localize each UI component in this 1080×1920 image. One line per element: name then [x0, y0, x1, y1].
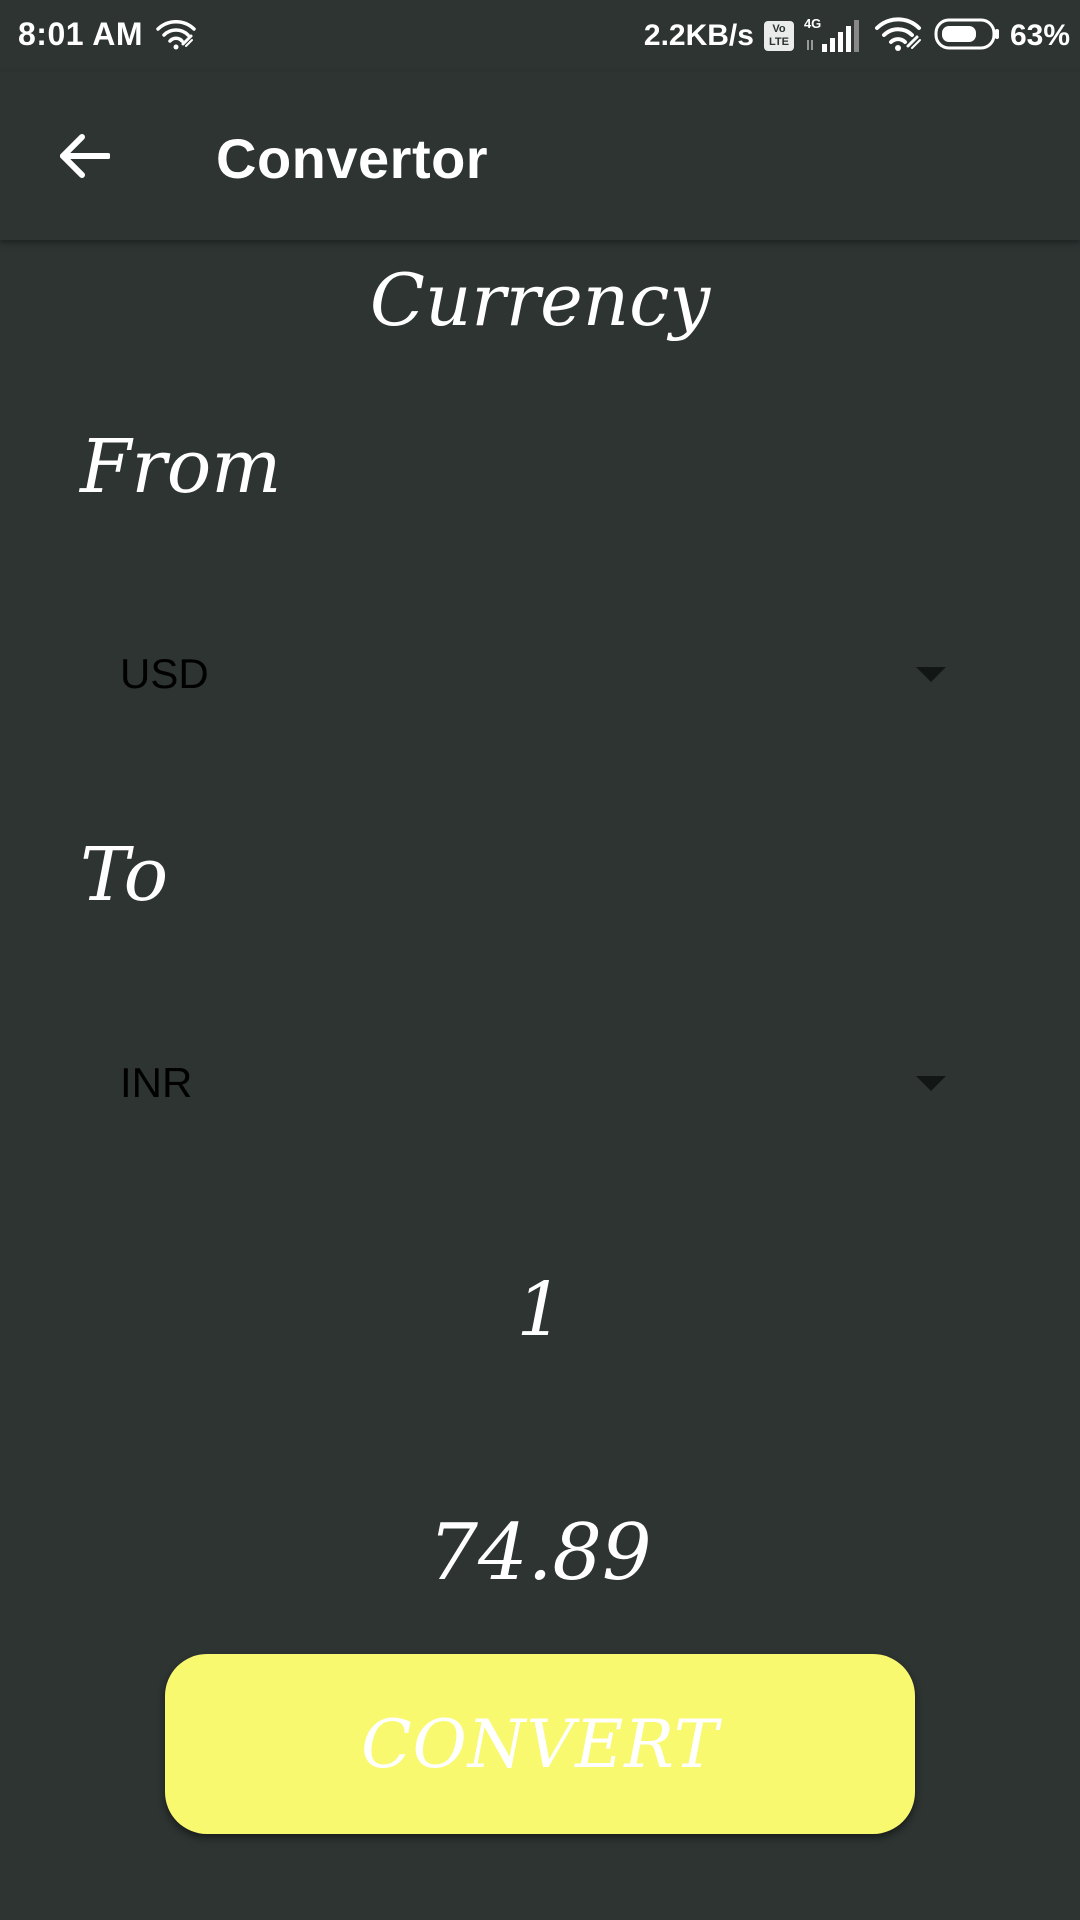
status-right-group: 2.2KB/s Vo LTE 4G 63% — [644, 14, 1070, 58]
volte-icon: Vo LTE — [763, 21, 794, 51]
app-bar: Convertor — [0, 72, 1080, 240]
converted-result: 74.89 — [428, 1508, 652, 1598]
battery-percent: 63% — [1009, 19, 1070, 52]
amount-input[interactable] — [240, 1255, 840, 1365]
cell-signal-icon: 4G — [804, 16, 864, 54]
page-title: Convertor — [216, 127, 489, 190]
to-currency-value: INR — [120, 1059, 193, 1106]
wifi-icon — [874, 16, 924, 57]
status-bar: 8:01 AM 2.2KB/s Vo LTE 4G 63% — [0, 0, 1080, 72]
network-speed: 2.2KB/s — [643, 19, 754, 52]
convert-button[interactable]: CONVERT — [165, 1654, 915, 1834]
section-title: Currency — [369, 258, 711, 342]
arrow-back-icon — [58, 133, 111, 184]
dropdown-arrow-icon — [916, 1075, 946, 1091]
wifi-link-icon — [156, 18, 196, 52]
from-label: From — [80, 424, 282, 510]
to-currency-spinner[interactable]: INR — [96, 1033, 956, 1133]
from-currency-value: USD — [120, 650, 209, 697]
volte-bottom-text: LTE — [768, 36, 789, 48]
to-label: To — [80, 832, 169, 918]
from-currency-spinner[interactable]: USD — [96, 624, 956, 724]
volte-top-text: Vo — [772, 23, 786, 35]
battery-icon — [934, 18, 1000, 55]
back-button[interactable] — [48, 122, 120, 194]
status-time: 8:01 AM — [18, 16, 144, 52]
dropdown-arrow-icon — [916, 666, 946, 682]
